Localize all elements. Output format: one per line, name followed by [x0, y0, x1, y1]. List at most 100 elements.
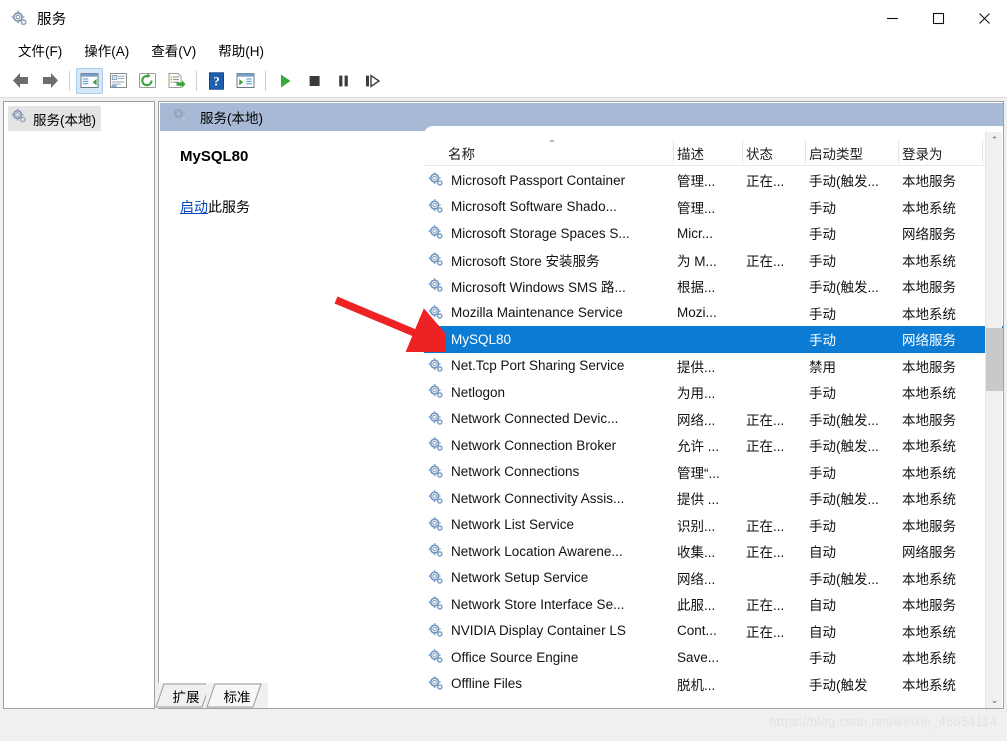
services-grid: 名称 ⌃ 描述 状态 启动类型 登录为 Microsoft Passport C…	[424, 133, 1003, 708]
service-gear-icon	[428, 172, 445, 189]
col-header-name[interactable]: 名称 ⌃	[448, 139, 674, 165]
cell-name: Microsoft Store 安装服务	[451, 253, 600, 269]
cell-startup: 手动	[809, 253, 836, 269]
service-gear-icon	[428, 490, 445, 507]
help-icon[interactable]: ?	[203, 68, 230, 94]
table-row[interactable]: Microsoft Store 安装服务 为 M... 正在... 手动 本地系统	[424, 247, 1003, 274]
column-divider[interactable]	[898, 141, 899, 163]
cell-startup: 自动	[809, 545, 836, 561]
cell-logon: 本地系统	[902, 439, 956, 455]
cell-logon: 本地系统	[902, 386, 956, 402]
cell-name: Net.Tcp Port Sharing Service	[451, 358, 625, 374]
cell-name: Network Connectivity Assis...	[451, 490, 625, 506]
service-gear-icon	[428, 225, 445, 242]
table-row[interactable]: Microsoft Passport Container 管理... 正在... 手动…	[424, 167, 1003, 194]
table-row[interactable]: Network Connected Devic... 网络... 正在... 手动(触…	[424, 406, 1003, 433]
menu-file[interactable]: 文件(F)	[10, 38, 72, 62]
forward-icon[interactable]	[36, 68, 63, 94]
cell-desc: 管理...	[677, 174, 716, 190]
tab-standard[interactable]: 标准	[206, 683, 268, 708]
table-row[interactable]: Network Connection Broker 允许 ... 正在... 手动(触…	[424, 432, 1003, 459]
column-divider[interactable]	[742, 141, 743, 163]
cell-startup: 手动(触发...	[809, 571, 879, 587]
col-header-status[interactable]: 状态	[746, 140, 804, 165]
cell-logon: 本地服务	[902, 518, 956, 534]
refresh-icon[interactable]	[134, 68, 161, 94]
cell-startup: 手动	[809, 200, 836, 216]
start-service-icon[interactable]	[272, 68, 299, 94]
cell-logon: 本地系统	[902, 571, 956, 587]
table-row[interactable]: Microsoft Windows SMS 路... 根据... 手动(触发... 本…	[424, 273, 1003, 300]
services-window: 服务 文件(F) 操作(A) 查看(V) 帮助(H) ? 服务(本地) 服务(本…	[0, 0, 1007, 741]
cell-startup: 禁用	[809, 359, 836, 375]
table-row[interactable]: Network List Service 识别... 正在... 手动 本地服务	[424, 512, 1003, 539]
cell-name: Netlogon	[451, 384, 506, 400]
view-tabs: 扩展 标准	[155, 683, 1001, 709]
close-button[interactable]	[961, 0, 1007, 36]
col-header-startup[interactable]: 启动类型	[809, 140, 897, 165]
toolbar-separator	[265, 70, 266, 91]
scroll-up-icon[interactable]: ⌃	[986, 132, 1003, 149]
title-bar: 服务	[0, 0, 1007, 36]
service-gear-icon	[428, 463, 445, 480]
cell-logon: 本地服务	[902, 174, 956, 190]
export-list-icon[interactable]	[163, 68, 190, 94]
column-divider[interactable]	[982, 141, 983, 163]
show-hide-tree-icon[interactable]	[76, 67, 103, 94]
table-row[interactable]: Mozilla Maintenance Service Mozi... 手动 本地系统	[424, 300, 1003, 327]
table-row[interactable]: Network Store Interface Se... 此服... 正在... 自…	[424, 591, 1003, 618]
table-row[interactable]: Network Connectivity Assis... 提供 ... 手动(触发…	[424, 485, 1003, 512]
col-header-desc[interactable]: 描述	[677, 140, 741, 165]
cell-name: Network List Service	[451, 517, 575, 533]
service-gear-icon	[428, 622, 445, 639]
service-action-suffix: 此服务	[208, 199, 250, 215]
sort-ascending-icon: ⌃	[547, 139, 557, 150]
menu-action[interactable]: 操作(A)	[76, 38, 139, 62]
restart-service-icon[interactable]	[359, 68, 386, 94]
pane-header-title: 服务(本地)	[200, 111, 263, 126]
table-row[interactable]: Net.Tcp Port Sharing Service 提供... 禁用 本地服务	[424, 353, 1003, 380]
table-row[interactable]: Network Connections 管理“... 手动 本地系统	[424, 459, 1003, 486]
back-icon[interactable]	[7, 68, 34, 94]
table-row[interactable]: Microsoft Storage Spaces S... Micr... 手动 网络…	[424, 220, 1003, 247]
menu-help[interactable]: 帮助(H)	[210, 38, 274, 62]
table-row[interactable]: MySQL80 手动 网络服务	[424, 326, 1003, 353]
table-row[interactable]: Netlogon 为用... 手动 本地系统	[424, 379, 1003, 406]
scrollbar-thumb[interactable]	[986, 328, 1003, 391]
cell-startup: 手动(触发...	[809, 439, 879, 455]
cell-startup: 手动(触发...	[809, 492, 879, 508]
menu-view[interactable]: 查看(V)	[143, 38, 206, 62]
table-row[interactable]: Network Setup Service 网络... 手动(触发... 本地系统	[424, 565, 1003, 592]
tab-standard-label: 标准	[223, 689, 251, 705]
maximize-button[interactable]	[915, 0, 961, 36]
table-row[interactable]: NVIDIA Display Container LS Cont... 正在... 自…	[424, 618, 1003, 645]
cell-logon: 网络服务	[902, 545, 956, 561]
service-gear-icon	[428, 384, 445, 401]
table-row[interactable]: Microsoft Software Shado... 管理... 手动 本地系统	[424, 194, 1003, 221]
cell-status: 正在...	[746, 624, 785, 640]
toolbar-separator	[69, 70, 70, 91]
service-gear-icon	[428, 331, 445, 348]
column-divider[interactable]	[673, 141, 674, 163]
table-row[interactable]: Office Source Engine Save... 手动 本地系统	[424, 644, 1003, 671]
pause-service-icon[interactable]	[330, 68, 357, 94]
col-header-logon[interactable]: 登录为	[902, 140, 982, 165]
cell-name: Network Setup Service	[451, 570, 589, 586]
cell-name: Network Connected Devic...	[451, 411, 619, 427]
table-row[interactable]: Network Location Awarene... 收集... 正在... 自动 网…	[424, 538, 1003, 565]
vertical-scrollbar[interactable]: ⌃ ⌄	[985, 132, 1003, 708]
stop-service-icon[interactable]	[301, 68, 328, 94]
show-action-pane-icon[interactable]	[232, 68, 259, 94]
service-gear-icon	[428, 516, 445, 533]
tree-item-label: 服务(本地)	[33, 112, 96, 128]
minimize-button[interactable]	[869, 0, 915, 36]
service-gear-icon	[428, 304, 445, 321]
service-gear-icon	[428, 437, 445, 454]
start-service-link[interactable]: 启动	[180, 199, 208, 215]
properties-icon[interactable]	[105, 68, 132, 94]
cell-desc: Micr...	[677, 225, 713, 241]
column-divider[interactable]	[805, 141, 806, 163]
cell-logon: 本地系统	[902, 624, 956, 640]
tree-item-services-local[interactable]: 服务(本地)	[8, 106, 101, 131]
cell-startup: 手动	[809, 333, 836, 349]
